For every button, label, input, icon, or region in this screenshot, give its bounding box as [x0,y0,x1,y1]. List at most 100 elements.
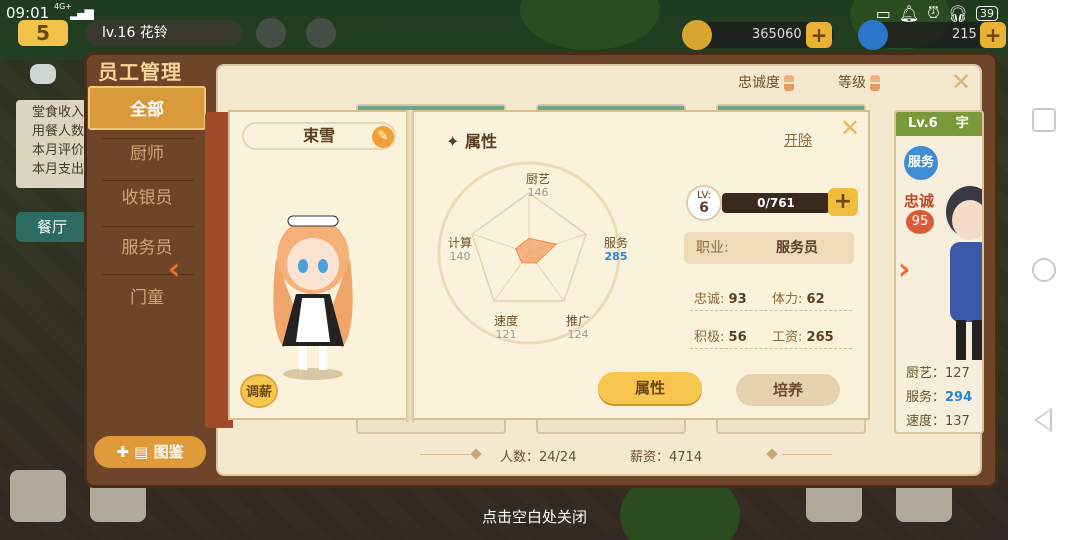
job-row: 职业: 服务员 [684,232,854,264]
wage-stat: 工资: 265 [772,326,834,345]
stat-speed: 速度：137 [906,410,970,429]
gem-counter: 215 + [858,20,1006,50]
sort-loyalty-button[interactable]: 忠诚度 [738,72,794,92]
sort-arrows-icon [784,75,794,91]
loyalty-value: 95 [906,210,934,234]
tab-waiter[interactable]: 服务员 [88,226,206,270]
divider [782,454,832,455]
tab-chef[interactable]: 厨师 [88,132,206,176]
radar-label: 服务 [604,236,629,250]
raise-salary-button[interactable]: 调薪 [240,374,278,408]
stat-label: 速度： [906,414,946,429]
signal-icon: ▂▄▆ [70,6,94,20]
stat-label: 本月支出 [32,162,85,177]
attributes-label: 属性 [464,132,497,151]
role-badge: 服务 [904,146,938,180]
battery-icon: 39 [976,5,998,21]
radar-label: 速度 [494,314,519,328]
attributes-heading: ✦ 属性 [446,128,497,152]
enthusiasm-stat: 积极: 56 [694,326,747,345]
home-icon[interactable] [1032,258,1056,282]
tab-doorman[interactable]: 门童 [88,276,206,320]
stat-label: 服务： [906,390,946,405]
radar-value: 121 [495,328,517,341]
sort-loyalty-label: 忠诚度 [738,75,780,91]
edit-name-icon[interactable]: ✎ [372,126,394,148]
headphones-icon: 🎧︎ [947,3,968,23]
tab-all[interactable]: 全部 [88,86,206,130]
radar-promotion: 推广 124 [566,314,590,342]
stat-label: 本月评价 [32,143,85,158]
radar-value: 146 [527,186,549,199]
alarm-icon: ⏰︎ [927,3,940,22]
cast-icon: ▭ [875,3,891,23]
back-icon[interactable] [1034,408,1052,432]
stat-label: 忠诚: [694,292,725,307]
staff-portrait [946,186,982,360]
radar-label: 推广 [566,314,591,328]
gem-icon [858,20,888,50]
level-value: 6 [699,200,709,216]
divider [420,454,470,455]
radar-value: 124 [567,328,589,341]
atlas-label: 图鉴 [153,443,184,461]
card-name: 宇 [955,116,969,131]
radar-value: 285 [604,250,628,263]
job-label: 职业: [696,240,729,256]
panel-title: 员工管理 [98,60,182,84]
restaurant-button[interactable]: 餐厅 [16,212,88,242]
stat-value: 93 [728,292,747,307]
atlas-button[interactable]: ✚ ▤ 图鉴 [94,436,206,468]
divider [690,348,852,349]
stat-value: 62 [806,292,825,307]
divider [690,310,852,311]
radar-label: 厨艺 [526,172,551,186]
experience-bar: 0/761 [722,193,830,213]
trophy-icon[interactable] [256,18,286,48]
loyalty-stat: 忠诚: 93 [694,288,747,307]
recent-apps-icon[interactable] [1032,108,1056,132]
sort-level-label: 等级 [838,75,866,91]
gem-value: 215 [952,27,977,42]
stat-service: 服务：294 [906,386,972,405]
add-coins-button[interactable]: + [806,22,832,48]
restaurant-stats: 堂食收入 用餐人数 本月评价 本月支出 [16,100,88,188]
tab-cashier[interactable]: 收银员 [88,176,206,220]
tap-to-close-hint: 点击空白处关闭 [482,508,588,526]
radar-cashier: 计算 140 [448,236,472,264]
chart-icon[interactable] [306,18,336,48]
stat-cooking: 厨艺：127 [906,362,970,381]
radar-service: 服务 285 [604,236,628,264]
stat-label: 体力: [772,292,803,307]
job-value: 服务员 [776,240,818,256]
stat-label: 堂食收入 [32,105,85,120]
add-experience-button[interactable]: + [828,188,858,216]
player-name[interactable]: lv.16 花铃 [86,20,242,46]
close-panel-button[interactable]: ✕ [951,68,971,96]
add-gems-button[interactable]: + [980,22,1006,48]
chat-icon[interactable] [30,64,56,84]
stat-value: 294 [945,390,973,405]
staff-portrait [273,215,353,380]
next-staff-arrow-icon[interactable]: › [898,252,910,287]
stat-value: 127 [945,366,970,381]
sort-level-button[interactable]: 等级 [838,72,880,92]
card-level-bar: Lv.6 宇 [896,112,982,136]
fire-staff-button[interactable]: 开除 [784,130,812,150]
coin-counter: 365060 + [682,20,834,50]
close-detail-button[interactable]: ✕ [840,114,860,142]
tab-attributes-button[interactable]: 属性 [598,372,702,404]
radar-speed: 速度 121 [494,314,518,342]
book-gutter [406,110,414,422]
stat-label: 厨艺： [906,366,946,381]
stat-label: 积极: [694,330,725,345]
radar-value: 140 [449,250,471,263]
shop-cart-icon[interactable] [10,470,66,522]
prev-staff-arrow-icon[interactable]: ‹ [168,252,180,287]
store-level-badge[interactable]: 5 [18,20,68,46]
stat-value: 137 [945,414,970,429]
headcount: 人数：24/24 [500,450,577,465]
tab-train-button[interactable]: 培养 [736,374,840,406]
stat-label: 工资: [772,330,803,345]
radar-value-shape [515,237,558,264]
